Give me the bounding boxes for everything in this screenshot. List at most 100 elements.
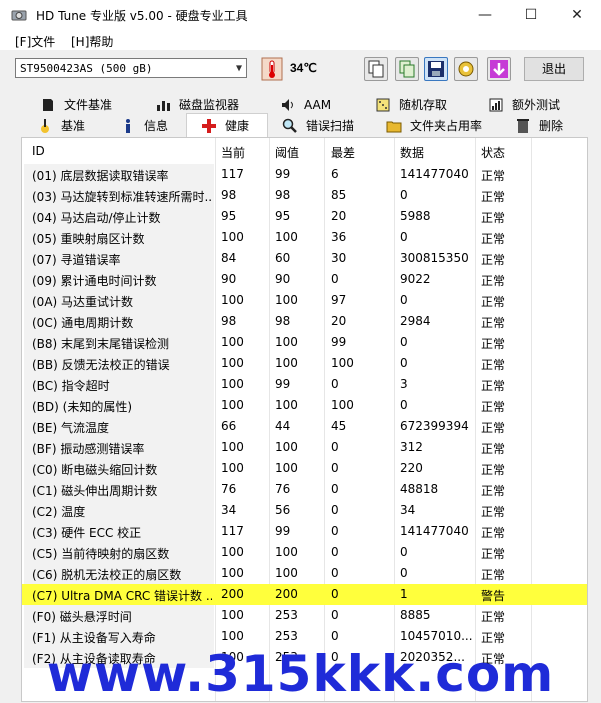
- raw-data-cell: 8885: [400, 608, 431, 622]
- table-row[interactable]: (BF) 振动感测错误率 100 100 0 312 正常: [22, 437, 587, 458]
- table-row[interactable]: (C6) 脱机无法校正的扇区数 100 100 0 0 正常: [22, 563, 587, 584]
- tab-health[interactable]: 健康: [186, 113, 268, 138]
- threshold-value-cell: 98: [275, 314, 291, 328]
- save-button[interactable]: [424, 57, 448, 81]
- worst-value-cell: 100: [331, 356, 354, 370]
- table-row[interactable]: (0A) 马达重试计数 100 100 97 0 正常: [22, 290, 587, 311]
- menu-file[interactable]: [F]文件: [15, 33, 55, 50]
- table-row[interactable]: (C1) 磁头伸出周期计数 76 76 0 48818 正常: [22, 479, 587, 500]
- header-threshold[interactable]: 阈值: [275, 144, 299, 161]
- status-cell: 正常: [481, 442, 506, 456]
- current-value-cell: 100: [221, 335, 244, 349]
- header-id[interactable]: ID: [32, 144, 45, 158]
- copy-screen-icon: [399, 60, 415, 78]
- copy-screenshot-button[interactable]: [395, 57, 419, 81]
- raw-data-cell: 0: [400, 293, 408, 307]
- status-cell: 正常: [481, 211, 506, 225]
- status-cell: 正常: [481, 358, 506, 372]
- table-row[interactable]: (F0) 磁头悬浮时间 100 253 0 8885 正常: [22, 605, 587, 626]
- current-value-cell: 100: [221, 545, 244, 559]
- raw-data-cell: 34: [400, 503, 416, 517]
- table-row[interactable]: (C2) 温度 34 56 0 34 正常: [22, 500, 587, 521]
- status-cell: 正常: [481, 421, 506, 435]
- menu-help[interactable]: [H]帮助: [71, 33, 113, 50]
- table-row[interactable]: (BD) (未知的属性) 100 100 100 0 正常: [22, 395, 587, 416]
- attribute-id-cell: (05) 重映射扇区计数: [32, 232, 145, 246]
- tab-label: 健康: [225, 119, 250, 133]
- threshold-value-cell: 60: [275, 251, 291, 265]
- threshold-value-cell: 99: [275, 167, 291, 181]
- table-row[interactable]: (F1) 从主设备写入寿命 100 253 0 10457010... 正常: [22, 626, 587, 647]
- status-cell: 正常: [481, 463, 506, 477]
- header-status[interactable]: 状态: [481, 144, 505, 161]
- download-button[interactable]: [487, 57, 511, 81]
- raw-data-cell: 48818: [400, 482, 439, 496]
- worst-value-cell: 20: [331, 209, 347, 223]
- current-value-cell: 100: [221, 629, 244, 643]
- health-table: ID 当前 阈值 最差 数据 状态 (01) 底层数据读取错误率 117 99 6 14…: [21, 137, 588, 702]
- status-cell: 正常: [481, 274, 506, 288]
- maximize-button[interactable]: ☐: [508, 0, 554, 30]
- table-row[interactable]: (BE) 气流温度 66 44 45 672399394 正常: [22, 416, 587, 437]
- table-row[interactable]: (05) 重映射扇区计数 100 100 36 0 正常: [22, 227, 587, 248]
- worst-value-cell: 97: [331, 293, 347, 307]
- table-row[interactable]: (C0) 断电磁头缩回计数 100 100 0 220 正常: [22, 458, 587, 479]
- header-current[interactable]: 当前: [221, 144, 245, 161]
- exit-button[interactable]: 退出: [524, 57, 584, 81]
- title-bar: HD Tune 专业版 v5.00 - 硬盘专业工具 — ☐ ✕: [0, 0, 601, 30]
- current-value-cell: 95: [221, 209, 237, 223]
- drive-select[interactable]: ST9500423AS (500 gB) ▼: [15, 58, 247, 78]
- attribute-id-cell: (F0) 磁头悬浮时间: [32, 610, 132, 624]
- table-row[interactable]: (03) 马达旋转到标准转速所需时... 98 98 85 0 正常: [22, 185, 587, 206]
- tab-folder-usage[interactable]: 文件夹占用率: [386, 116, 496, 136]
- table-row[interactable]: (C5) 当前待映射的扇区数 100 100 0 0 正常: [22, 542, 587, 563]
- current-value-cell: 66: [221, 419, 237, 433]
- copy-text-button[interactable]: [364, 57, 388, 81]
- health-icon: [202, 119, 216, 133]
- thermometer-icon: [261, 57, 283, 81]
- worst-value-cell: 0: [331, 440, 339, 454]
- close-button[interactable]: ✕: [554, 0, 600, 30]
- threshold-value-cell: 99: [275, 377, 291, 391]
- status-cell: 正常: [481, 379, 506, 393]
- header-data[interactable]: 数据: [400, 144, 424, 161]
- current-value-cell: 100: [221, 398, 244, 412]
- table-header: ID 当前 阈值 最差 数据 状态: [22, 138, 587, 164]
- current-value-cell: 98: [221, 314, 237, 328]
- table-row[interactable]: (C3) 硬件 ECC 校正 117 99 0 141477040 正常: [22, 521, 587, 542]
- table-row[interactable]: (BB) 反馈无法校正的错误 100 100 100 0 正常: [22, 353, 587, 374]
- table-row[interactable]: (BC) 指令超时 100 99 0 3 正常: [22, 374, 587, 395]
- tab-extra-tests[interactable]: 额外测试: [488, 95, 588, 115]
- attribute-id-cell: (01) 底层数据读取错误率: [32, 169, 169, 183]
- options-button[interactable]: [454, 57, 478, 81]
- tab-label: 错误扫描: [306, 119, 355, 133]
- table-row[interactable]: (04) 马达启动/停止计数 95 95 20 5988 正常: [22, 206, 587, 227]
- tab-label: 文件夹占用率: [410, 119, 483, 133]
- tab-aam[interactable]: AAM: [280, 95, 360, 115]
- raw-data-cell: 141477040: [400, 524, 469, 538]
- minimize-button[interactable]: —: [462, 0, 508, 30]
- tab-disk-monitor[interactable]: 磁盘监视器: [155, 95, 265, 115]
- tab-info[interactable]: 信息: [120, 116, 190, 136]
- tab-strip: 文件基准 磁盘监视器 AAM 随机存取 额外测试 基准 信息 健康 错误扫描 文…: [0, 94, 601, 138]
- tab-error-scan[interactable]: 错误扫描: [282, 116, 372, 136]
- current-value-cell: 100: [221, 608, 244, 622]
- tab-erase[interactable]: 删除: [515, 116, 585, 136]
- table-row[interactable]: (B8) 末尾到末尾错误检测 100 100 99 0 正常: [22, 332, 587, 353]
- table-row[interactable]: (C7) Ultra DMA CRC 错误计数 ... 200 200 0 1 警告: [22, 584, 587, 605]
- current-value-cell: 100: [221, 293, 244, 307]
- tab-random-access[interactable]: 随机存取: [375, 95, 475, 115]
- table-row[interactable]: (01) 底层数据读取错误率 117 99 6 141477040 正常: [22, 164, 587, 185]
- tab-file-benchmark[interactable]: 文件基准: [40, 95, 150, 115]
- table-row[interactable]: (0C) 通电周期计数 98 98 20 2984 正常: [22, 311, 587, 332]
- current-value-cell: 100: [221, 566, 244, 580]
- tab-benchmark[interactable]: 基准: [37, 116, 107, 136]
- raw-data-cell: 672399394: [400, 419, 469, 433]
- raw-data-cell: 1: [400, 587, 408, 601]
- header-worst[interactable]: 最差: [331, 144, 355, 161]
- window-title: HD Tune 专业版 v5.00 - 硬盘专业工具: [36, 9, 248, 23]
- current-value-cell: 84: [221, 251, 237, 265]
- table-row[interactable]: (09) 累计通电时间计数 90 90 0 9022 正常: [22, 269, 587, 290]
- table-row[interactable]: (07) 寻道错误率 84 60 30 300815350 正常: [22, 248, 587, 269]
- worst-value-cell: 0: [331, 524, 339, 538]
